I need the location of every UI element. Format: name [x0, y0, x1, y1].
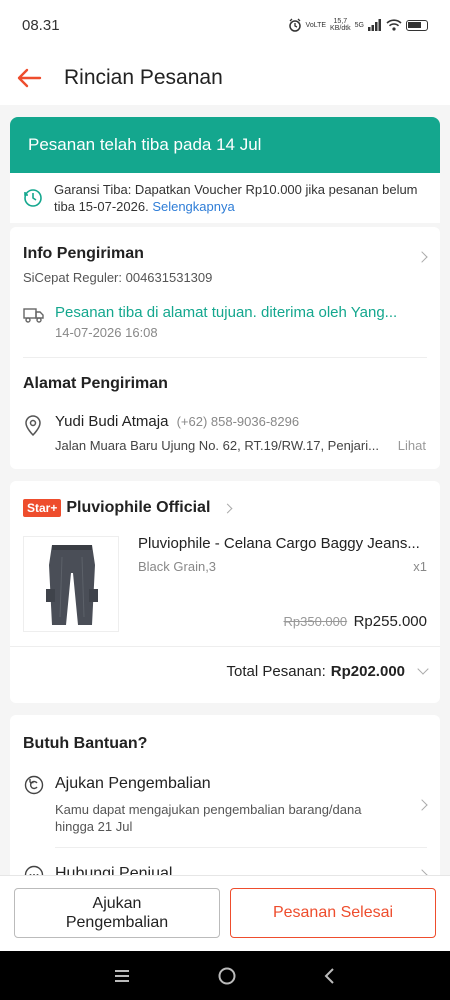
contact-seller-title: Hubungi Penjual: [55, 865, 173, 875]
product-variant: Black Grain,3: [138, 559, 217, 574]
chevron-right-icon: [416, 799, 428, 811]
back-icon[interactable]: [322, 967, 338, 985]
chevron-down-icon: [417, 663, 429, 675]
chat-icon: [24, 865, 44, 875]
shop-header[interactable]: Star+ Pluviophile Official: [23, 499, 233, 517]
product-image: [23, 536, 119, 632]
app-header: Rincian Pesanan: [0, 50, 450, 105]
chevron-right-icon: [416, 251, 428, 263]
return-request-label: Ajukan Pengembalian: [65, 895, 169, 931]
shop-chevron-icon: [222, 503, 233, 513]
clock-history-icon: [24, 189, 42, 207]
return-request-item[interactable]: Ajukan Pengembalian Kamu dapat mengajuka…: [10, 767, 440, 847]
speed-unit: KB/dtk: [330, 25, 351, 32]
page-title: Rincian Pesanan: [64, 65, 223, 89]
return-title: Ajukan Pengembalian: [55, 775, 211, 792]
order-detail-content[interactable]: Pesanan telah tiba pada 14 Jul Garansi T…: [0, 105, 450, 875]
order-total[interactable]: Total Pesanan: Rp202.000: [226, 663, 429, 680]
shipping-info[interactable]: Info Pengiriman SiCepat Reguler: 0046315…: [23, 227, 440, 347]
signal-icon: [368, 19, 381, 31]
product-name: Pluviophile - Celana Cargo Baggy Jeans..…: [138, 535, 420, 552]
star-plus-badge: Star+: [23, 499, 62, 517]
arrival-banner: Pesanan telah tiba pada 14 Jul: [10, 117, 440, 173]
help-card: Butuh Bantuan? Ajukan Pengembalian Kamu …: [10, 715, 440, 875]
shop-name: Pluviophile Official: [66, 499, 211, 516]
shipping-address[interactable]: Alamat Pengiriman Yudi Budi Atmaja (+62)…: [23, 357, 440, 469]
arrival-text: Pesanan telah tiba pada 14 Jul: [28, 135, 262, 154]
speed-value: 15,7: [333, 18, 348, 25]
network-speed: 15,7 KB/dtk: [330, 18, 351, 32]
alarm-icon: [288, 18, 301, 32]
contact-seller-item[interactable]: Hubungi Penjual: [10, 857, 440, 875]
order-card: Star+ Pluviophile Official Pluviophile -…: [10, 481, 440, 703]
product-old-price: Rp350.000: [283, 614, 348, 629]
address-line: Jalan Muara Baru Ujung No. 62, RT.19/RW.…: [55, 438, 379, 453]
recipient-line: Yudi Budi Atmaja (+62) 858-9036-8296: [55, 413, 299, 430]
recipient-name: Yudi Budi Atmaja: [55, 413, 169, 430]
return-icon: [24, 775, 44, 795]
bottom-action-bar: Ajukan Pengembalian Pesanan Selesai: [0, 875, 450, 951]
network-type: 5G: [354, 21, 364, 29]
shipping-status: Pesanan tiba di alamat tujuan. diterima …: [55, 304, 398, 321]
system-navigation-bar: [0, 951, 450, 1000]
return-description: Kamu dapat mengajukan pengembalian baran…: [55, 802, 362, 834]
return-request-button[interactable]: Ajukan Pengembalian: [14, 888, 220, 938]
recent-apps-icon[interactable]: [112, 968, 132, 984]
address-title: Alamat Pengiriman: [23, 375, 168, 392]
home-icon[interactable]: [217, 966, 237, 986]
product-price-row: Rp350.000 Rp255.000: [284, 613, 427, 631]
guarantee-more-link[interactable]: Selengkapnya: [152, 199, 234, 214]
shipping-info-title: Info Pengiriman: [23, 245, 144, 262]
total-label: Total Pesanan:: [226, 663, 326, 680]
total-value: Rp202.000: [330, 663, 405, 680]
product-price: Rp255.000: [353, 613, 427, 630]
status-icons: VoLTE 15,7 KB/dtk 5G: [288, 18, 428, 32]
shipping-address-card: Info Pengiriman SiCepat Reguler: 0046315…: [10, 227, 440, 469]
status-bar: 08.31 VoLTE 15,7 KB/dtk 5G: [0, 0, 450, 50]
help-title: Butuh Bantuan?: [23, 735, 148, 752]
order-complete-button[interactable]: Pesanan Selesai: [230, 888, 436, 938]
divider: [55, 847, 427, 848]
order-complete-label: Pesanan Selesai: [272, 904, 394, 921]
recipient-phone: (+62) 858-9036-8296: [176, 414, 300, 429]
wifi-icon: [386, 19, 402, 31]
truck-icon: [23, 308, 44, 323]
product-item[interactable]: Pluviophile - Celana Cargo Baggy Jeans..…: [10, 535, 440, 636]
battery-icon: [406, 19, 428, 31]
status-time: 08.31: [22, 16, 60, 34]
courier-tracking: SiCepat Reguler: 004631531309: [23, 270, 213, 285]
address-more-link[interactable]: Lihat: [398, 438, 426, 453]
divider: [10, 646, 440, 647]
arrival-guarantee: Garansi Tiba: Dapatkan Voucher Rp10.000 …: [10, 173, 440, 223]
guarantee-text: Garansi Tiba: Dapatkan Voucher Rp10.000 …: [54, 182, 418, 214]
product-qty: x1: [413, 559, 427, 574]
volte-label: VoLTE: [305, 21, 327, 29]
location-pin-icon: [25, 415, 41, 437]
shipping-timestamp: 14-07-2026 16:08: [55, 325, 158, 340]
back-arrow-icon[interactable]: [14, 63, 44, 93]
